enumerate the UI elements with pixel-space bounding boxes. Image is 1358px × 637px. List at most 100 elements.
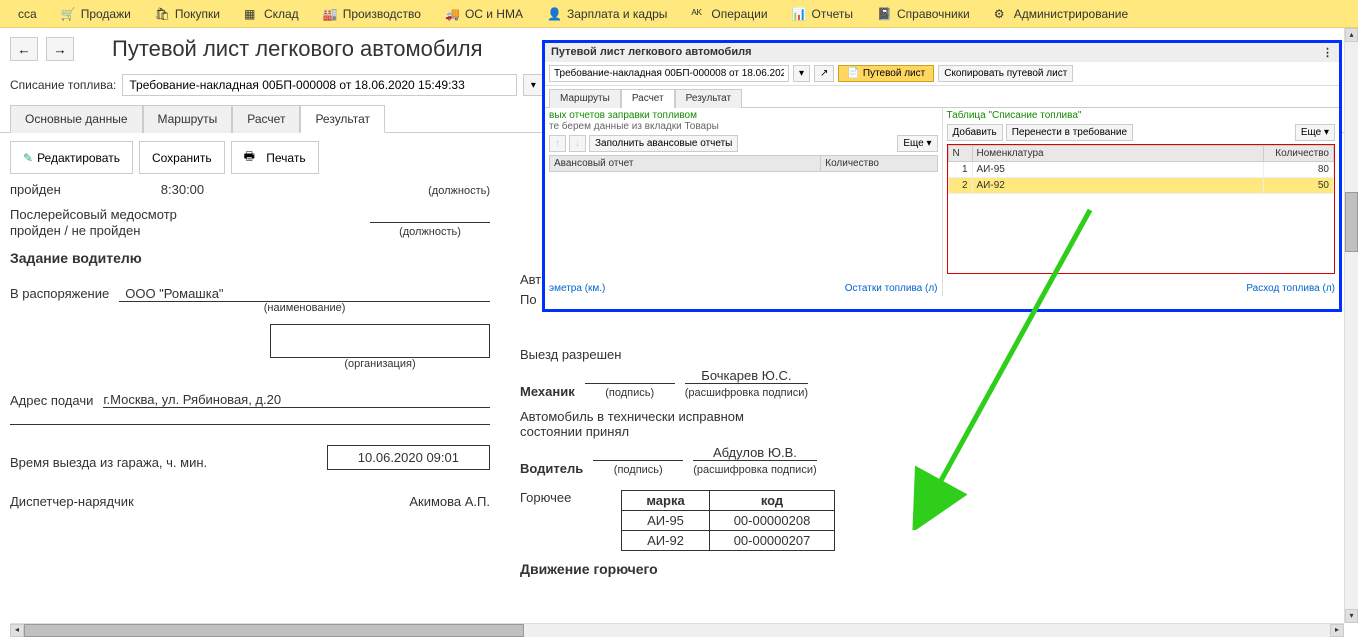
address-value: г.Москва, ул. Рябиновая, д.20	[103, 392, 490, 408]
tab-calc[interactable]: Расчет	[232, 105, 300, 133]
position-label2: (должность)	[399, 226, 461, 238]
fuel-table: маркакод АИ-9500-00000208 АИ-9200-000002…	[621, 490, 835, 551]
menu-refs[interactable]: 📓Справочники	[865, 0, 982, 27]
inset-open-button[interactable]: ↗	[814, 65, 834, 82]
tab-main-data[interactable]: Основные данные	[10, 105, 143, 133]
tab-routes[interactable]: Маршруты	[143, 105, 233, 133]
menu-admin[interactable]: ⚙Администрирование	[982, 0, 1140, 27]
printer-icon: 🖶	[244, 147, 255, 168]
inset-down-button[interactable]: ↓	[569, 135, 586, 152]
tab-result[interactable]: Результат	[300, 105, 385, 133]
cart-icon: 🛒	[61, 7, 75, 21]
inset-right-heading: Таблица "Списание топлива"	[947, 110, 1336, 121]
edit-button[interactable]: ✎Редактировать	[10, 141, 133, 174]
driver-label: Водитель	[520, 461, 583, 476]
disposal-label: В распоряжение	[10, 286, 109, 301]
print-button[interactable]: 🖶 Печать	[231, 141, 319, 174]
org-box	[270, 324, 490, 358]
hscroll-thumb[interactable]	[24, 624, 524, 637]
inset-left-pane: вых отчетов заправки топливом те берем д…	[545, 108, 943, 296]
inset-tab-calc[interactable]: Расчет	[621, 89, 675, 108]
scroll-right-button[interactable]: ▸	[1330, 624, 1344, 637]
scroll-thumb[interactable]	[1345, 192, 1358, 252]
menu-salary[interactable]: 👤Зарплата и кадры	[535, 0, 679, 27]
tech-ok: Автомобиль в технически исправном состоя…	[520, 409, 750, 439]
menu-operations[interactable]: ᴬᴷОперации	[679, 0, 779, 27]
inset-more-right-button[interactable]: Еще ▾	[1295, 124, 1335, 141]
inset-tab-routes[interactable]: Маршруты	[549, 89, 621, 108]
dispatcher-label: Диспетчер-нарядчик	[10, 494, 134, 509]
factory-icon: 🏭	[323, 7, 337, 21]
book-icon: 📓	[877, 7, 891, 21]
gear-icon: ⚙	[994, 7, 1008, 21]
driver-name: Абдулов Ю.В.	[693, 445, 816, 461]
menu-reports[interactable]: 📊Отчеты	[780, 0, 865, 27]
boxes-icon: ▦	[244, 7, 258, 21]
filter-label: Списание топлива:	[10, 78, 116, 92]
po-label: По	[520, 292, 537, 307]
inset-title: Путевой лист легкового автомобиля⋮	[545, 43, 1339, 62]
inset-add-button[interactable]: Добавить	[947, 124, 1003, 141]
forward-button[interactable]: →	[46, 37, 74, 61]
menu-purchases[interactable]: 🛍Покупки	[143, 0, 232, 27]
inset-fill-button[interactable]: Заполнить авансовые отчеты	[589, 135, 738, 152]
inset-link-consumption[interactable]: Расход топлива (л)	[1246, 283, 1335, 294]
menu-os-nma[interactable]: 🚚ОС и НМА	[433, 0, 535, 27]
inset-tab-result[interactable]: Результат	[675, 89, 742, 108]
inset-dropdown-button[interactable]: ▾	[793, 65, 810, 82]
horizontal-scrollbar[interactable]: ◂ ▸	[10, 623, 1344, 637]
scroll-up-button[interactable]: ▴	[1345, 28, 1358, 42]
vertical-scrollbar[interactable]: ▴ ▾	[1344, 28, 1358, 623]
post-trip-label: Послерейсовый медосмотр	[10, 207, 490, 222]
org-sub2: (организация)	[270, 358, 490, 370]
address-label: Адрес подачи	[10, 393, 93, 408]
inset-up-button[interactable]: ↑	[549, 135, 566, 152]
time-value: 8:30:00	[161, 182, 204, 197]
dispatcher-name: Акимова А.П.	[409, 494, 490, 509]
inset-left-grid[interactable]: Авансовый отчетКоличество	[549, 155, 938, 172]
inset-copy-button[interactable]: Скопировать путевой лист	[938, 65, 1073, 82]
scroll-down-button[interactable]: ▾	[1345, 609, 1358, 623]
person-icon: 👤	[547, 7, 561, 21]
ops-icon: ᴬᴷ	[691, 7, 705, 21]
depart-time: 10.06.2020 09:01	[327, 445, 490, 470]
table-row: 1АИ-9580	[948, 162, 1334, 178]
task-heading: Задание водителю	[10, 250, 490, 266]
inset-left-sub: те берем данные из вкладки Товары	[549, 121, 938, 132]
inset-redbox: NНоменклатураКоличество 1АИ-9580 2АИ-925…	[947, 144, 1336, 274]
org-name: ООО "Ромашка"	[119, 286, 490, 302]
depart-label: Время выезда из гаража, ч. мин.	[10, 455, 207, 470]
scroll-left-button[interactable]: ◂	[10, 624, 24, 637]
menu-sales[interactable]: 🛒Продажи	[49, 0, 143, 27]
inset-link-balance[interactable]: Остатки топлива (л)	[845, 283, 938, 294]
page-title: Путевой лист легкового автомобиля	[112, 36, 483, 62]
inset-move-button[interactable]: Перенести в требование	[1006, 124, 1133, 141]
mechanic-name: Бочкарев Ю.С.	[685, 368, 808, 384]
barchart-icon: 📊	[792, 7, 806, 21]
inset-left-heading: вых отчетов заправки топливом	[549, 110, 938, 121]
inset-waybill-button[interactable]: 📄Путевой лист	[838, 65, 934, 82]
position-label1: (должность)	[428, 185, 490, 197]
inset-link-odometer[interactable]: эметра (км.)	[549, 283, 605, 294]
fuel-move-heading: Движение горючего	[520, 561, 1348, 577]
doc-icon: 📄	[847, 68, 859, 79]
filter-dropdown-button[interactable]: ▾	[523, 74, 543, 96]
save-button[interactable]: Сохранить	[139, 141, 225, 174]
menu-kassa[interactable]: сса	[6, 0, 49, 27]
cart2-icon: 🛍	[155, 7, 169, 21]
menu-production[interactable]: 🏭Производство	[311, 0, 433, 27]
passed-label: пройден	[10, 182, 61, 197]
back-button[interactable]: ←	[10, 37, 38, 61]
inset-fuel-grid[interactable]: NНоменклатураКоличество 1АИ-9580 2АИ-925…	[948, 145, 1335, 194]
fuel-writeoff-select[interactable]	[122, 74, 517, 96]
inset-more-left-button[interactable]: Еще ▾	[897, 135, 937, 152]
inset-doc-select[interactable]	[549, 65, 789, 82]
passed-not-label: пройден / не пройден	[10, 223, 140, 238]
main-menubar: сса 🛒Продажи 🛍Покупки ▦Склад 🏭Производст…	[0, 0, 1358, 28]
menu-warehouse[interactable]: ▦Склад	[232, 0, 311, 27]
table-row: 2АИ-9250	[948, 178, 1334, 194]
inset-right-pane: Таблица "Списание топлива" Добавить Пере…	[943, 108, 1340, 296]
fuel-label: Горючее	[520, 490, 571, 505]
inset-menu-icon[interactable]: ⋮	[1322, 46, 1333, 59]
truck-icon: 🚚	[445, 7, 459, 21]
